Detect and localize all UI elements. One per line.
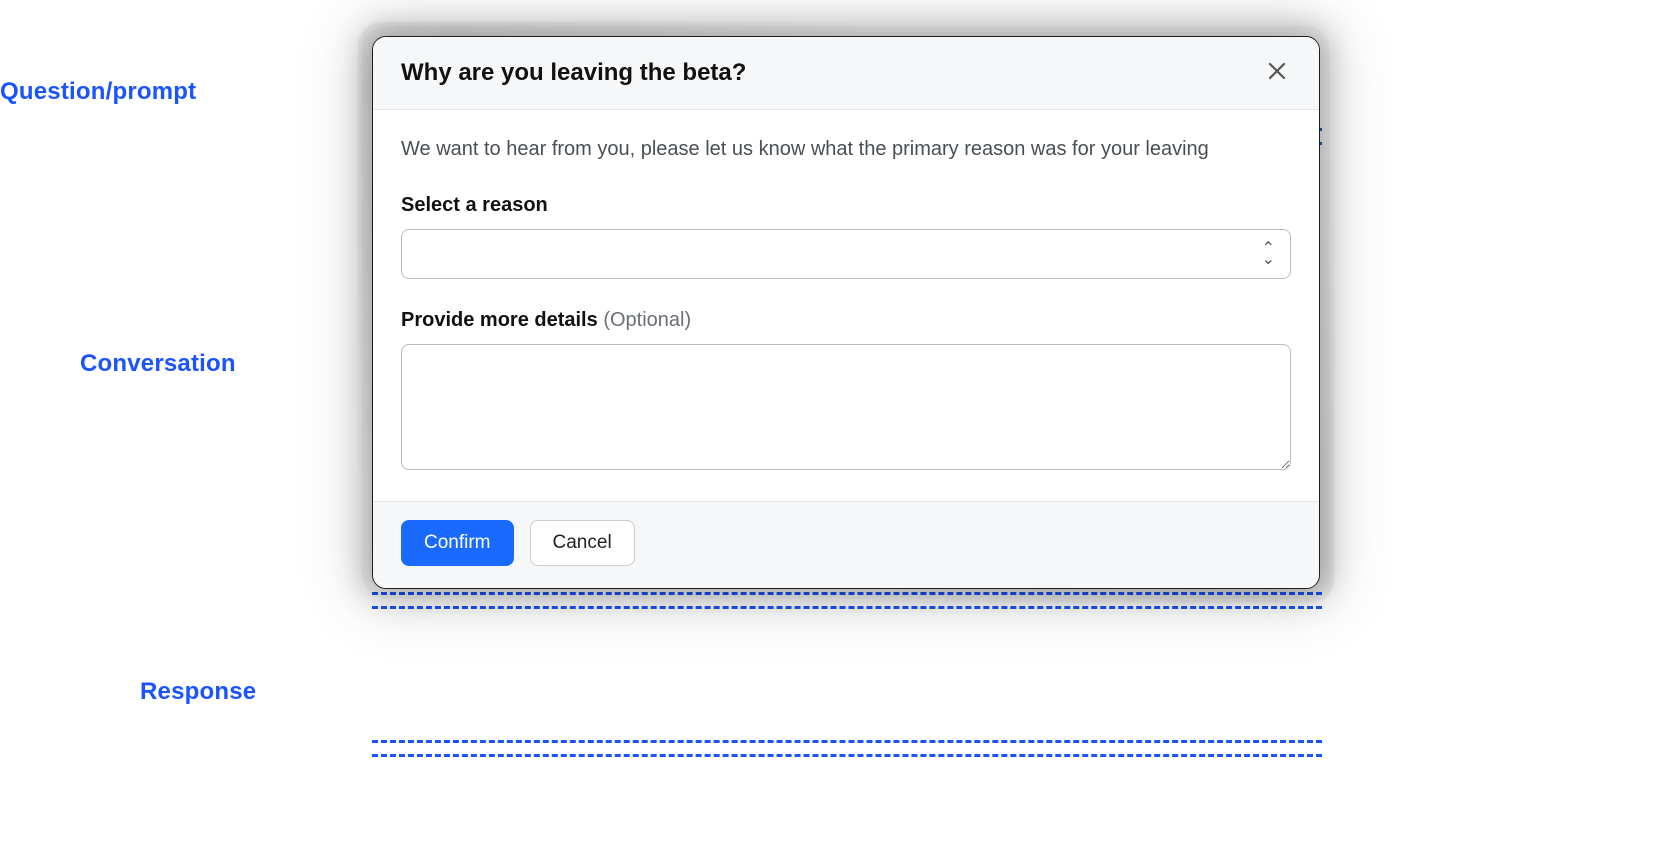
confirm-button[interactable]: Confirm [401, 520, 514, 566]
close-button[interactable] [1263, 59, 1291, 87]
details-textarea[interactable] [401, 344, 1291, 470]
annotation-question-prompt: Question/prompt [0, 78, 196, 106]
annotation-response: Response [140, 678, 256, 706]
section-divider [372, 754, 1322, 757]
details-label: Provide more details (Optional) [401, 309, 1291, 332]
dialog-footer: Confirm Cancel [373, 501, 1319, 588]
cancel-button[interactable]: Cancel [530, 520, 635, 566]
reason-select[interactable] [401, 229, 1291, 279]
dialog-title: Why are you leaving the beta? [401, 59, 746, 87]
close-icon [1268, 61, 1286, 85]
section-divider [372, 592, 1322, 595]
section-divider [372, 740, 1322, 743]
dialog-intro-text: We want to hear from you, please let us … [401, 134, 1291, 164]
dialog-header: Why are you leaving the beta? [373, 37, 1319, 110]
dialog-body: We want to hear from you, please let us … [373, 110, 1319, 501]
reason-select-wrap: ⌃⌄ [401, 229, 1291, 279]
reason-label: Select a reason [401, 194, 1291, 217]
annotation-conversation: Conversation [80, 350, 236, 378]
section-divider [372, 606, 1322, 609]
details-label-optional: (Optional) [603, 309, 691, 331]
feedback-dialog: Why are you leaving the beta? We want to… [372, 36, 1320, 589]
details-label-main: Provide more details [401, 309, 598, 331]
